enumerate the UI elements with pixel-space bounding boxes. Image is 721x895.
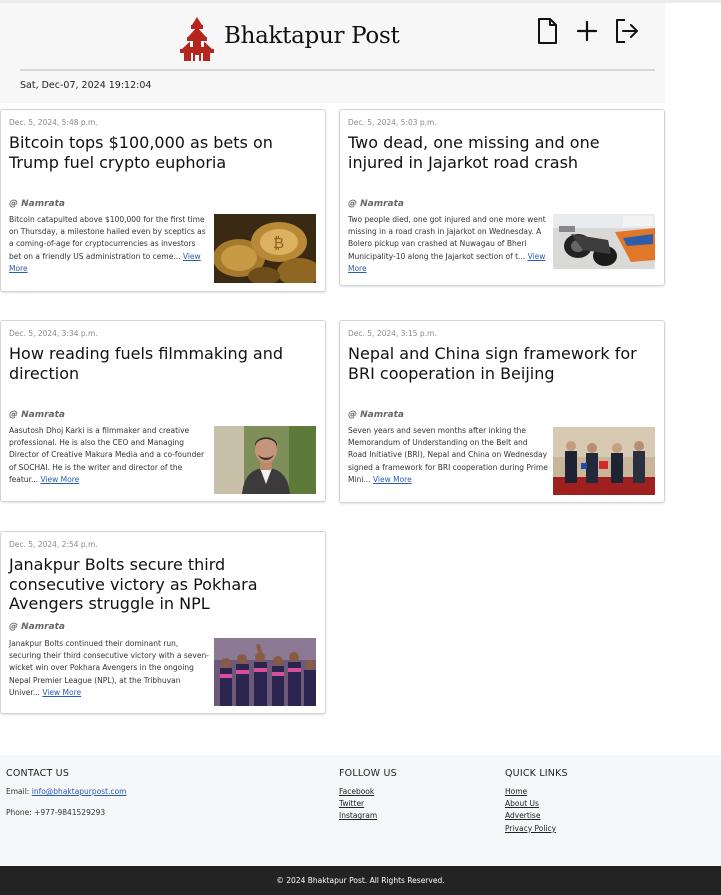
home-link[interactable]: Home: [505, 786, 568, 798]
article-title[interactable]: How reading fuels filmmaking and directi…: [9, 344, 321, 383]
article-excerpt: Aasutosh Dhoj Karki is a filmmaker and c…: [9, 425, 209, 486]
article-author: @ Namrata: [348, 410, 405, 420]
article-card[interactable]: Dec. 5, 2024, 5:03 p.m. Two dead, one mi…: [339, 109, 665, 286]
svg-text:₿: ₿: [273, 234, 284, 252]
article-date: Dec. 5, 2024, 3:34 p.m.: [9, 329, 98, 338]
email-link[interactable]: info@bhaktapurpost.com: [32, 787, 127, 796]
article-title[interactable]: Bitcoin tops $100,000 as bets on Trump f…: [9, 133, 321, 172]
logout-button[interactable]: [613, 17, 641, 45]
new-document-button[interactable]: [533, 17, 561, 45]
excerpt-text: Bitcoin catapulted above $100,000 for th…: [9, 215, 206, 261]
article-title[interactable]: Two dead, one missing and one injured in…: [348, 133, 660, 172]
twitter-link[interactable]: Twitter: [339, 798, 397, 810]
site-header: Bhaktapur Post Sat, Dec-07, 2024 19:12:0…: [0, 3, 665, 103]
article-image[interactable]: [214, 638, 316, 706]
article-card[interactable]: Dec. 5, 2024, 3:15 p.m. Nepal and China …: [339, 320, 665, 503]
crashed-motorbike-image: [553, 214, 655, 269]
advertise-link[interactable]: Advertise: [505, 810, 568, 822]
footer-email: Email: info@bhaktapurpost.com: [6, 786, 127, 797]
plus-icon: [576, 20, 598, 42]
about-us-link[interactable]: About Us: [505, 798, 568, 810]
footer-quick-links: QUICK LINKS Home About Us Advertise Priv…: [505, 768, 568, 835]
article-image[interactable]: [553, 427, 655, 495]
signing-ceremony-image: [553, 427, 655, 495]
pagoda-logo-icon: [180, 17, 214, 61]
article-image[interactable]: [553, 214, 655, 269]
article-author: @ Namrata: [9, 410, 66, 420]
article-excerpt: Two people died, one got injured and one…: [348, 214, 548, 275]
article-title[interactable]: Nepal and China sign framework for BRI c…: [348, 344, 660, 383]
article-excerpt: Seven years and seven months after inkin…: [348, 425, 548, 486]
instagram-link[interactable]: Instagram: [339, 810, 397, 822]
site-footer: CONTACT US Email: info@bhaktapurpost.com…: [0, 755, 721, 866]
view-more-link[interactable]: View More: [373, 475, 412, 484]
excerpt-text: Two people died, one got injured and one…: [348, 215, 546, 261]
article-author: @ Namrata: [9, 199, 66, 209]
article-date: Dec. 5, 2024, 3:15 p.m.: [348, 329, 437, 338]
copyright-bar: © 2024 Bhaktapur Post. All Rights Reserv…: [0, 866, 721, 895]
view-more-link[interactable]: View More: [42, 688, 81, 697]
article-card[interactable]: Dec. 5, 2024, 5:48 p.m. Bitcoin tops $10…: [0, 109, 326, 292]
current-datetime: Sat, Dec-07, 2024 19:12:04: [20, 80, 152, 91]
footer-quick-heading: QUICK LINKS: [505, 768, 568, 779]
add-button[interactable]: [573, 17, 601, 45]
article-excerpt: Bitcoin catapulted above $100,000 for th…: [9, 214, 209, 275]
email-label: Email:: [6, 787, 30, 796]
article-image[interactable]: [214, 426, 316, 494]
footer-follow: FOLLOW US Facebook Twitter Instagram: [339, 768, 397, 823]
cricket-team-image: [214, 638, 316, 706]
facebook-link[interactable]: Facebook: [339, 786, 397, 798]
brand[interactable]: Bhaktapur Post: [176, 15, 400, 61]
article-card[interactable]: Dec. 5, 2024, 2:54 p.m. Janakpur Bolts s…: [0, 531, 326, 714]
header-divider: [20, 69, 655, 71]
bitcoin-coins-image: ₿: [214, 214, 316, 283]
article-image[interactable]: ₿: [214, 214, 316, 283]
article-title[interactable]: Janakpur Bolts secure third consecutive …: [9, 555, 321, 614]
article-author: @ Namrata: [348, 199, 405, 209]
footer-contact-heading: CONTACT US: [6, 768, 70, 779]
man-portrait-image: [214, 426, 316, 494]
excerpt-text: Janakpur Bolts continued their dominant …: [9, 639, 209, 697]
footer-contact: CONTACT US Email: info@bhaktapurpost.com…: [6, 768, 127, 818]
footer-follow-heading: FOLLOW US: [339, 768, 397, 779]
article-date: Dec. 5, 2024, 5:48 p.m.: [9, 118, 98, 127]
header-actions: [533, 17, 653, 45]
article-date: Dec. 5, 2024, 5:03 p.m.: [348, 118, 437, 127]
article-excerpt: Janakpur Bolts continued their dominant …: [9, 638, 209, 699]
article-author: @ Namrata: [9, 622, 66, 632]
logout-icon: [616, 19, 638, 43]
file-icon: [538, 18, 557, 44]
excerpt-text: Aasutosh Dhoj Karki is a filmmaker and c…: [9, 426, 205, 484]
privacy-policy-link[interactable]: Privacy Policy: [505, 823, 568, 835]
article-date: Dec. 5, 2024, 2:54 p.m.: [9, 540, 98, 549]
site-name: Bhaktapur Post: [224, 23, 400, 49]
article-card[interactable]: Dec. 5, 2024, 3:34 p.m. How reading fuel…: [0, 320, 326, 502]
view-more-link[interactable]: View More: [40, 475, 79, 484]
footer-phone: Phone: +977-9841529293: [6, 808, 106, 817]
